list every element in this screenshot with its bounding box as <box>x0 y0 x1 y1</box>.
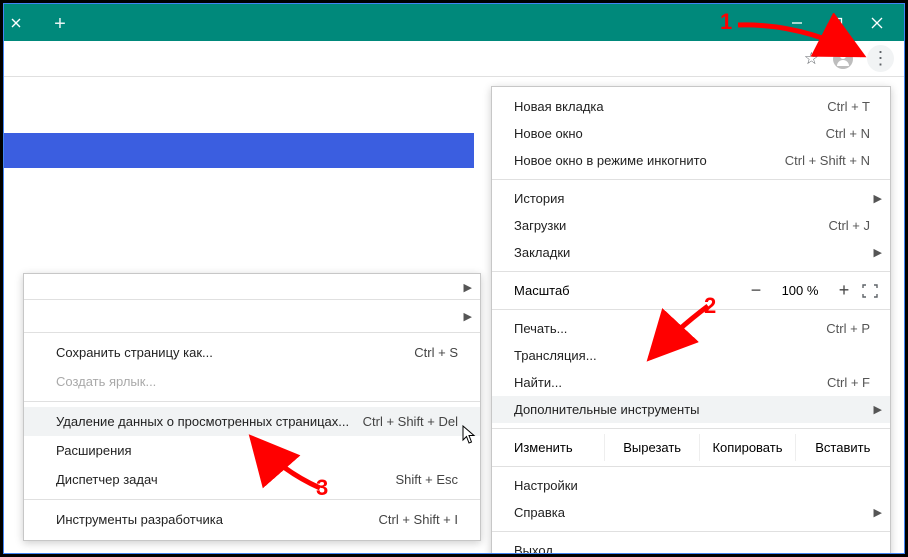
menu-separator <box>24 401 480 402</box>
tab-close-icon[interactable] <box>4 5 28 41</box>
mouse-cursor-icon <box>462 425 476 445</box>
annotation-number-1: 1 <box>720 9 732 35</box>
menu-item-settings[interactable]: Настройки <box>492 472 890 499</box>
menu-edit-row: Изменить Вырезать Копировать Вставить <box>492 434 890 461</box>
menu-label: Новое окно <box>514 126 826 141</box>
menu-label: Загрузки <box>514 218 828 233</box>
main-menu: Новая вкладка Ctrl + T Новое окно Ctrl +… <box>491 86 891 554</box>
menu-item-new-window[interactable]: Новое окно Ctrl + N <box>492 120 890 147</box>
menu-label: Справка <box>514 505 870 520</box>
menu-item-cast[interactable]: Трансляция... <box>492 342 890 369</box>
menu-item-downloads[interactable]: Загрузки Ctrl + J <box>492 212 890 239</box>
menu-item-find[interactable]: Найти... Ctrl + F <box>492 369 890 396</box>
menu-shortcut: Ctrl + Shift + I <box>379 512 458 527</box>
window-minimize-icon[interactable] <box>790 16 804 30</box>
submenu-arrow-icon: ▶ <box>464 281 472 294</box>
menu-label: Инструменты разработчика <box>56 512 379 527</box>
menu-label: Новая вкладка <box>514 99 827 114</box>
browser-window: + ☆ ⋮ Новая вкладка Ctrl + T Новое окно <box>3 3 905 554</box>
menu-item-print[interactable]: Печать... Ctrl + P <box>492 315 890 342</box>
submenu-item-extensions[interactable]: Расширения <box>24 436 480 465</box>
menu-separator <box>492 428 890 429</box>
menu-item-incognito[interactable]: Новое окно в режиме инкогнито Ctrl + Shi… <box>492 147 890 174</box>
submenu-item-save-page[interactable]: Сохранить страницу как... Ctrl + S <box>24 338 480 367</box>
menu-label: Выход <box>514 543 870 554</box>
submenu-item-create-shortcut: Создать ярлык... <box>24 367 480 396</box>
menu-shortcut: Ctrl + N <box>826 126 870 141</box>
menu-label: Настройки <box>514 478 870 493</box>
zoom-value: 100 % <box>770 283 830 298</box>
menu-kebab-icon[interactable]: ⋮ <box>867 45 894 72</box>
window-maximize-icon[interactable] <box>830 16 844 30</box>
edit-cut-button[interactable]: Вырезать <box>604 434 699 461</box>
menu-label: Сохранить страницу как... <box>56 345 414 360</box>
submenu-arrow-icon: ▶ <box>874 506 882 519</box>
page-blue-banner <box>4 133 474 168</box>
new-tab-button[interactable]: + <box>46 11 74 39</box>
submenu-arrow-icon: ▶ <box>874 192 882 205</box>
zoom-out-button[interactable]: − <box>742 280 770 301</box>
bookmark-star-icon[interactable]: ☆ <box>804 49 819 69</box>
more-tools-submenu: ▶ ▶ Сохранить страницу как... Ctrl + S С… <box>23 273 481 541</box>
menu-separator <box>492 309 890 310</box>
toolbar: ☆ ⋮ <box>4 41 904 77</box>
menu-separator <box>492 531 890 532</box>
zoom-in-button[interactable]: + <box>830 280 858 301</box>
menu-separator <box>492 271 890 272</box>
menu-shortcut: Ctrl + P <box>826 321 870 336</box>
submenu-item-clear-browsing-data[interactable]: Удаление данных о просмотренных страница… <box>24 407 480 436</box>
menu-item-bookmarks[interactable]: Закладки ▶ <box>492 239 890 266</box>
menu-shortcut: Ctrl + T <box>827 99 870 114</box>
menu-separator <box>492 179 890 180</box>
profile-avatar-icon[interactable] <box>833 49 853 69</box>
menu-shortcut: Ctrl + S <box>414 345 458 360</box>
menu-label: Расширения <box>56 443 458 458</box>
menu-separator <box>24 499 480 500</box>
menu-separator <box>492 466 890 467</box>
menu-shortcut: Ctrl + Shift + Del <box>363 414 458 429</box>
menu-label: История <box>514 191 870 206</box>
submenu-arrow-icon: ▶ <box>874 246 882 259</box>
menu-label: Трансляция... <box>514 348 870 363</box>
annotation-number-2: 2 <box>704 293 716 319</box>
submenu-arrow-icon: ▶ <box>464 310 472 323</box>
menu-label: Найти... <box>514 375 827 390</box>
menu-label: Дополнительные инструменты <box>514 402 870 417</box>
titlebar: + <box>4 4 904 41</box>
menu-shortcut: Ctrl + F <box>827 375 870 390</box>
menu-label: Новое окно в режиме инкогнито <box>514 153 785 168</box>
submenu-item-task-manager[interactable]: Диспетчер задач Shift + Esc <box>24 465 480 494</box>
menu-item-zoom: Масштаб − 100 % + <box>492 277 890 304</box>
edit-copy-button[interactable]: Копировать <box>699 434 794 461</box>
menu-label: Печать... <box>514 321 826 336</box>
menu-item-new-tab[interactable]: Новая вкладка Ctrl + T <box>492 93 890 120</box>
menu-label: Диспетчер задач <box>56 472 396 487</box>
menu-label: Закладки <box>514 245 870 260</box>
menu-label: Создать ярлык... <box>56 374 458 389</box>
menu-item-exit[interactable]: Выход <box>492 537 890 554</box>
menu-item-history[interactable]: История ▶ <box>492 185 890 212</box>
submenu-blank-row: ▶ <box>24 305 480 327</box>
annotation-number-3: 3 <box>316 475 328 501</box>
menu-item-more-tools[interactable]: Дополнительные инструменты ▶ <box>492 396 890 423</box>
menu-separator <box>24 332 480 333</box>
menu-shortcut: Ctrl + J <box>828 218 870 233</box>
fullscreen-icon[interactable] <box>858 281 882 301</box>
menu-label: Изменить <box>492 434 604 461</box>
menu-separator <box>24 299 480 300</box>
menu-item-help[interactable]: Справка ▶ <box>492 499 890 526</box>
menu-label: Удаление данных о просмотренных страница… <box>56 414 363 429</box>
menu-shortcut: Ctrl + Shift + N <box>785 153 870 168</box>
submenu-item-dev-tools[interactable]: Инструменты разработчика Ctrl + Shift + … <box>24 505 480 534</box>
edit-paste-button[interactable]: Вставить <box>795 434 890 461</box>
window-close-icon[interactable] <box>870 16 884 30</box>
submenu-arrow-icon: ▶ <box>874 403 882 416</box>
menu-shortcut: Shift + Esc <box>396 472 459 487</box>
submenu-blank-row: ▶ <box>24 280 480 294</box>
